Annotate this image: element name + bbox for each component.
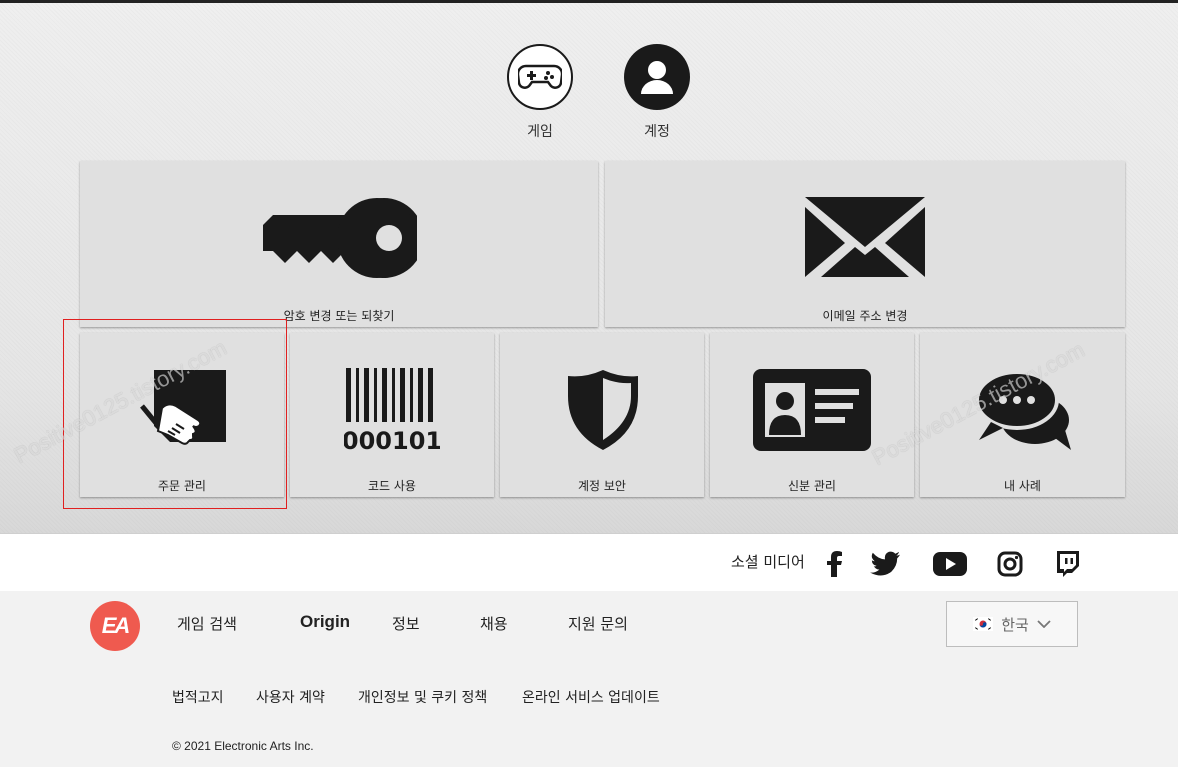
orders-tile-label: 주문 관리 [158, 479, 206, 493]
account-security-tile-label: 계정 보안 [578, 479, 626, 493]
chevron-down-icon [1037, 620, 1051, 628]
orders-tile[interactable]: 주문 관리 [80, 333, 284, 497]
twitch-icon[interactable] [1052, 549, 1082, 579]
redeem-code-tile[interactable]: 000101 코드 사용 [290, 333, 494, 497]
social-media-bar: 소셜 미디어 [0, 533, 1178, 592]
language-selector[interactable]: 한국 [946, 601, 1078, 647]
user-icon [641, 61, 673, 94]
youtube-icon[interactable] [932, 549, 968, 579]
password-tile[interactable]: 암호 변경 또는 되찾기 [80, 161, 598, 327]
identity-tile-label: 신분 관리 [788, 479, 836, 493]
twitter-icon[interactable] [870, 549, 900, 579]
barcode-number: 000101 [344, 427, 440, 452]
chat-bubbles-icon [975, 370, 1071, 450]
copyright-text: © 2021 Electronic Arts Inc. [172, 739, 314, 753]
language-label: 한국 [1001, 615, 1029, 634]
instagram-icon[interactable] [995, 549, 1025, 579]
my-cases-tile[interactable]: 내 사례 [920, 333, 1125, 497]
footer-link-info[interactable]: 정보 [392, 613, 420, 634]
password-tile-label: 암호 변경 또는 되찾기 [283, 309, 395, 323]
footer-link-careers[interactable]: 채용 [480, 613, 508, 634]
handshake-box-icon [140, 370, 226, 445]
ea-logo-text: EA [101, 613, 131, 638]
shield-icon [568, 370, 638, 450]
privacy-policy-link[interactable]: 개인정보 및 쿠키 정책 [358, 687, 487, 707]
games-nav-label[interactable]: 게임 [500, 121, 580, 141]
korea-flag-icon [973, 617, 994, 631]
online-service-updates-link[interactable]: 온라인 서비스 업데이트 [522, 687, 660, 707]
footer-link-origin[interactable]: Origin [300, 612, 350, 632]
gamepad-icon [518, 64, 562, 89]
redeem-code-tile-label: 코드 사용 [368, 479, 416, 493]
key-icon [263, 198, 417, 278]
envelope-icon [805, 197, 925, 277]
legal-notice-link[interactable]: 법적고지 [172, 687, 224, 707]
user-agreement-link[interactable]: 사용자 계약 [256, 687, 325, 707]
barcode-icon: 000101 [344, 368, 440, 452]
account-nav-button[interactable] [624, 44, 690, 110]
social-media-label: 소셜 미디어 [731, 553, 805, 571]
identity-tile[interactable]: 신분 관리 [710, 333, 914, 497]
ea-logo[interactable]: EA [90, 601, 140, 651]
games-nav-button[interactable] [507, 44, 573, 110]
id-card-icon [753, 369, 871, 451]
facebook-icon[interactable] [820, 549, 850, 579]
email-tile-label: 이메일 주소 변경 [822, 309, 908, 323]
footer: EA 게임 검색 Origin 정보 채용 지원 문의 한국 법적고지 사용자 … [0, 591, 1178, 767]
account-nav-label[interactable]: 계정 [617, 121, 697, 141]
footer-link-game-search[interactable]: 게임 검색 [177, 613, 237, 634]
footer-link-support[interactable]: 지원 문의 [568, 613, 628, 634]
account-security-tile[interactable]: 계정 보안 [500, 333, 704, 497]
email-tile[interactable]: 이메일 주소 변경 [605, 161, 1125, 327]
help-hero-section: 게임 계정 암호 변경 또는 되찾기 이메일 주소 변경 주문 관리 00010… [0, 3, 1178, 533]
my-cases-tile-label: 내 사례 [1004, 479, 1041, 493]
